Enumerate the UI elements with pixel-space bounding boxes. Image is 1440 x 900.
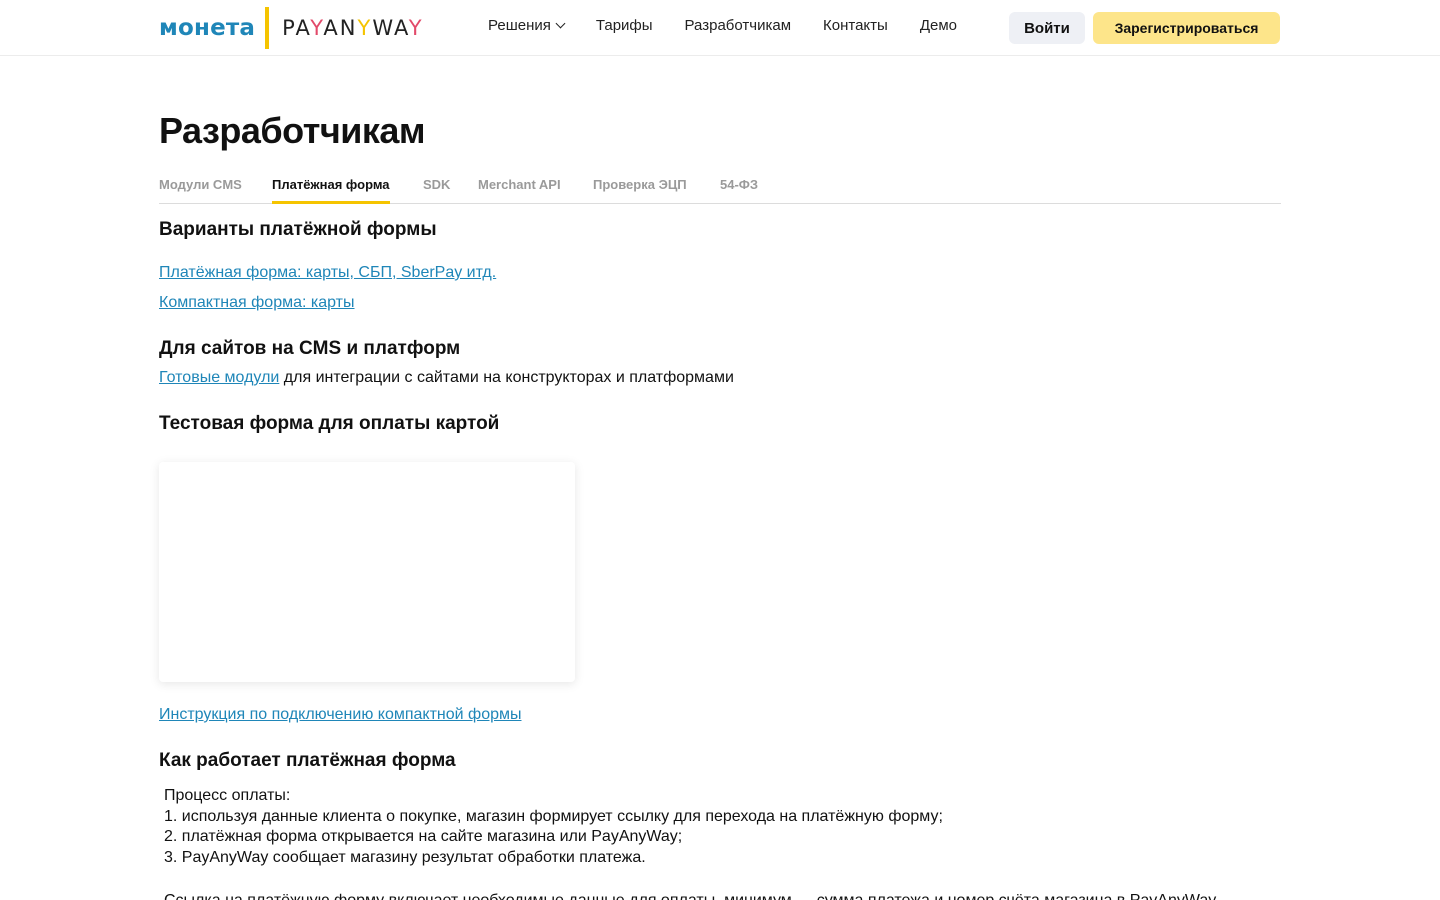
register-button[interactable]: Зарегистрироваться — [1093, 12, 1280, 44]
site-header: монета PAYANYWAY Решения Тарифы Разработ… — [0, 0, 1440, 56]
section-heading-how-it-works: Как работает платёжная форма — [159, 750, 456, 771]
nav-item-label: Тарифы — [595, 17, 653, 34]
tab-sdk[interactable]: SDK — [423, 177, 450, 204]
link-compact-form-instruction[interactable]: Инструкция по подключению компактной фор… — [159, 706, 522, 724]
process-line: 2. платёжная форма открывается на сайте … — [164, 828, 683, 846]
logo[interactable]: монета PAYANYWAY — [159, 7, 424, 49]
login-button[interactable]: Войти — [1009, 12, 1085, 44]
payment-link-description: Ссылка на платёжную форму включает необх… — [164, 892, 1216, 900]
main-nav: Решения Тарифы Разработчикам Контакты Де… — [488, 17, 989, 34]
logo-moneta: монета — [159, 15, 256, 41]
nav-item-demo[interactable]: Демо — [920, 17, 957, 34]
nav-item-label: Разработчикам — [684, 17, 792, 34]
link-ready-modules[interactable]: Готовые модули — [159, 369, 279, 386]
nav-item-contacts[interactable]: Контакты — [823, 17, 888, 34]
tab-cms-modules[interactable]: Модули CMS — [159, 177, 242, 204]
nav-item-developers[interactable]: Разработчикам — [685, 17, 791, 34]
link-payment-form[interactable]: Платёжная форма: карты, СБП, SberPay итд… — [159, 264, 496, 282]
tab-merchant-api[interactable]: Merchant API — [478, 177, 561, 204]
test-payment-form-frame[interactable] — [159, 462, 575, 682]
tab-signature-check[interactable]: Проверка ЭЦП — [593, 177, 687, 204]
tab-54-fz[interactable]: 54-ФЗ — [720, 177, 758, 204]
logo-divider — [265, 7, 270, 49]
nav-item-label: Контакты — [823, 17, 888, 34]
process-line: 1. используя данные клиента о покупке, м… — [164, 807, 943, 825]
nav-item-solutions[interactable]: Решения — [488, 17, 566, 34]
process-line: 3. PayAnyWay сообщает магазину результат… — [164, 848, 646, 866]
cms-description-text: для интеграции с сайтами на конструктора… — [279, 369, 734, 386]
section-heading-cms: Для сайтов на CMS и платформ — [159, 338, 461, 359]
developer-tabs: Модули CMS Платёжная форма SDK Merchant … — [159, 168, 1281, 204]
page-title: Разработчикам — [159, 110, 426, 151]
section-heading-variants: Варианты платёжной формы — [159, 219, 437, 240]
process-line: Процесс оплаты: — [164, 787, 291, 804]
nav-item-label: Решения — [488, 17, 551, 34]
payment-process-text: Процесс оплаты: 1. используя данные клие… — [164, 786, 943, 868]
link-compact-form[interactable]: Компактная форма: карты — [159, 294, 355, 312]
section-heading-test-form: Тестовая форма для оплаты картой — [159, 413, 500, 434]
logo-payanyway: PAYANYWAY — [282, 16, 424, 40]
chevron-down-icon — [555, 18, 566, 29]
cms-description: Готовые модули для интеграции с сайтами … — [159, 369, 734, 387]
tab-payment-form[interactable]: Платёжная форма — [272, 177, 390, 204]
nav-item-label: Демо — [919, 17, 957, 34]
nav-item-tariffs[interactable]: Тарифы — [596, 17, 653, 34]
